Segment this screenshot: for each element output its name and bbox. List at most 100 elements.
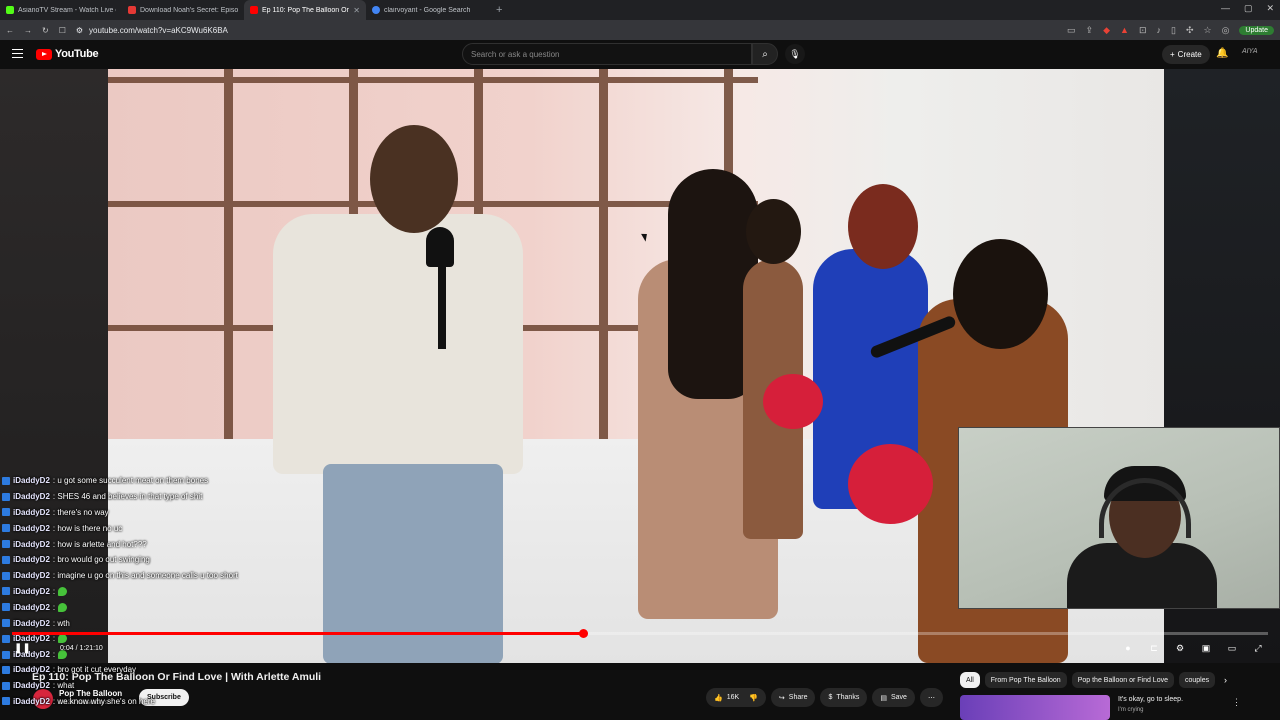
music-icon[interactable]: ♪ <box>1156 25 1161 35</box>
close-window-icon[interactable]: ✕ <box>1266 3 1274 14</box>
share-button[interactable]: ↪ Share <box>770 688 816 707</box>
kick-icon <box>6 6 14 14</box>
create-button[interactable]: + Create <box>1162 45 1210 64</box>
chat-message: iDaddyD2: wth <box>0 615 330 631</box>
contestant-head <box>746 199 801 264</box>
cast-icon[interactable]: ▭ <box>1226 643 1238 654</box>
cast-icon[interactable]: ▭ <box>1067 25 1076 36</box>
host-figure <box>273 214 523 474</box>
thanks-button[interactable]: $ Thanks <box>820 688 868 707</box>
voice-search-button[interactable]: 🎙 <box>785 44 805 64</box>
thanks-label: Thanks <box>836 694 860 701</box>
chat-text: : how is arlette and hot??? <box>52 539 147 549</box>
contestant-head <box>848 184 918 269</box>
chat-badge-icon <box>2 476 10 485</box>
url-field[interactable]: ⚙ youtube.com/watch?v=aKC9Wu6K6BA <box>76 23 1057 37</box>
chat-text: : wth <box>52 618 70 628</box>
sidebar-icon[interactable]: ▯ <box>1171 25 1176 36</box>
minimize-icon[interactable]: — <box>1221 3 1230 14</box>
settings-gear-icon[interactable]: ⚙ <box>1174 643 1186 654</box>
save-button[interactable]: ▤ Save <box>872 688 915 707</box>
profile-icon[interactable]: ◎ <box>1222 25 1230 36</box>
chip-from-channel[interactable]: From Pop The Balloon <box>984 672 1067 688</box>
maximize-icon[interactable]: ▢ <box>1244 3 1253 14</box>
chip-couples[interactable]: couples <box>1179 672 1216 688</box>
autoplay-toggle-icon[interactable]: ● <box>1122 643 1134 654</box>
screenshot-icon[interactable]: ⊡ <box>1139 25 1147 36</box>
player-controls-right: ● ⊏ ⚙ ▣ ▭ ⤢ <box>1122 643 1264 654</box>
search-button[interactable]: ⌕ <box>752 43 778 65</box>
fullscreen-icon[interactable]: ⤢ <box>1252 643 1264 654</box>
browser-tab[interactable]: clairvoyant - Google Search <box>366 0 488 20</box>
chat-message: iDaddyD2: we know why she's on here <box>0 694 330 710</box>
progress-bar[interactable] <box>12 629 1268 638</box>
chat-text: : bro would go out swinging <box>52 555 150 565</box>
video-player[interactable]: iDaddyD2: u got some succulent meat on t… <box>0 69 1280 663</box>
chat-text: : <box>52 650 56 660</box>
streamer-webcam <box>958 427 1280 609</box>
pepe-emote-icon <box>58 586 68 596</box>
new-tab-button[interactable]: + <box>488 4 510 16</box>
recommended-title[interactable]: It's okay, go to sleep. <box>1118 696 1183 703</box>
chat-badge-icon <box>2 508 10 517</box>
chevron-right-icon[interactable]: › <box>1224 675 1227 685</box>
notifications-bell-icon[interactable]: 🔔 <box>1216 48 1228 59</box>
extension-icon[interactable]: ▲ <box>1120 25 1129 35</box>
dislike-icon[interactable]: 👎 <box>749 694 758 702</box>
browser-tab[interactable]: AsianoTV Stream - Watch Live on Kick <box>0 0 122 20</box>
browser-tab-active[interactable]: Ep 110: Pop The Balloon Or F... ✕ <box>244 0 366 20</box>
chat-overlay-bottom: iDaddyD2: bro got it cut everyday iDaddy… <box>0 662 330 709</box>
plus-icon: + <box>1170 50 1175 59</box>
bookmark-icon[interactable]: ☐ <box>59 26 66 35</box>
chat-badge-icon <box>2 634 10 643</box>
chip-all[interactable]: All <box>960 672 980 688</box>
search-input[interactable]: Search or ask a question <box>462 43 752 65</box>
chat-username: iDaddyD2 <box>13 476 50 486</box>
close-tab-icon[interactable]: ✕ <box>353 6 360 15</box>
reload-icon[interactable]: ↻ <box>42 26 49 35</box>
microphone <box>426 227 454 267</box>
youtube-logo[interactable]: YouTube <box>36 48 99 60</box>
menu-icon[interactable] <box>12 49 23 58</box>
account-avatar[interactable]: AIYA <box>1242 48 1258 55</box>
save-icon: ▤ <box>880 694 887 702</box>
browser-tab[interactable]: Download Noah's Secret: Episode 1 | ... <box>122 0 244 20</box>
more-actions-button[interactable]: ⋯ <box>919 688 943 707</box>
chat-message: iDaddyD2: imagine u go on this and someo… <box>0 568 330 584</box>
extensions-puzzle-icon[interactable]: ✣ <box>1186 25 1194 36</box>
favorites-icon[interactable]: ☆ <box>1203 25 1211 36</box>
tab-title: clairvoyant - Google Search <box>384 6 471 14</box>
time-display: 0:04 / 1:21:10 <box>60 645 103 652</box>
chat-text: : we know why she's on here <box>52 696 155 706</box>
update-button[interactable]: Update <box>1239 25 1274 35</box>
red-balloon <box>763 374 823 429</box>
back-icon[interactable]: ← <box>6 26 14 35</box>
google-icon <box>372 6 380 14</box>
site-info-icon[interactable]: ⚙ <box>76 26 83 35</box>
youtube-logo-text: YouTube <box>55 48 99 60</box>
share-page-icon[interactable]: ⇪ <box>1086 25 1094 36</box>
chip-series[interactable]: Pop the Balloon or Find Love <box>1071 672 1174 688</box>
more-vertical-icon[interactable]: ⋮ <box>1232 697 1241 708</box>
youtube-header: YouTube Search or ask a question ⌕ 🎙 + C… <box>0 40 1280 69</box>
search-icon: ⌕ <box>762 48 768 60</box>
youtube-play-logo-icon <box>36 48 52 60</box>
captions-icon[interactable]: ⊏ <box>1148 643 1160 654</box>
forward-icon[interactable]: → <box>24 26 32 35</box>
recommended-thumbnail[interactable] <box>960 695 1110 720</box>
miniplayer-icon[interactable]: ▣ <box>1200 643 1212 654</box>
host-head <box>370 125 458 233</box>
chat-text: : bro got it cut everyday <box>52 665 137 675</box>
chat-username: iDaddyD2 <box>13 555 50 565</box>
chat-text: : <box>52 586 56 596</box>
browser-tab-strip: AsianoTV Stream - Watch Live on Kick Dow… <box>0 0 1280 20</box>
extension-shield-icon[interactable]: ◆ <box>1103 25 1110 36</box>
like-button[interactable]: 👍 16K 👎 <box>706 688 766 707</box>
chat-badge-icon <box>2 524 10 533</box>
chat-badge-icon <box>2 571 10 580</box>
pause-icon[interactable]: ❚❚ <box>14 643 31 654</box>
progress-fill <box>12 632 584 635</box>
window-controls: — ▢ ✕ <box>1221 3 1274 14</box>
more-icon: ⋯ <box>927 694 935 702</box>
chat-message: iDaddyD2: there's no way <box>0 505 330 521</box>
